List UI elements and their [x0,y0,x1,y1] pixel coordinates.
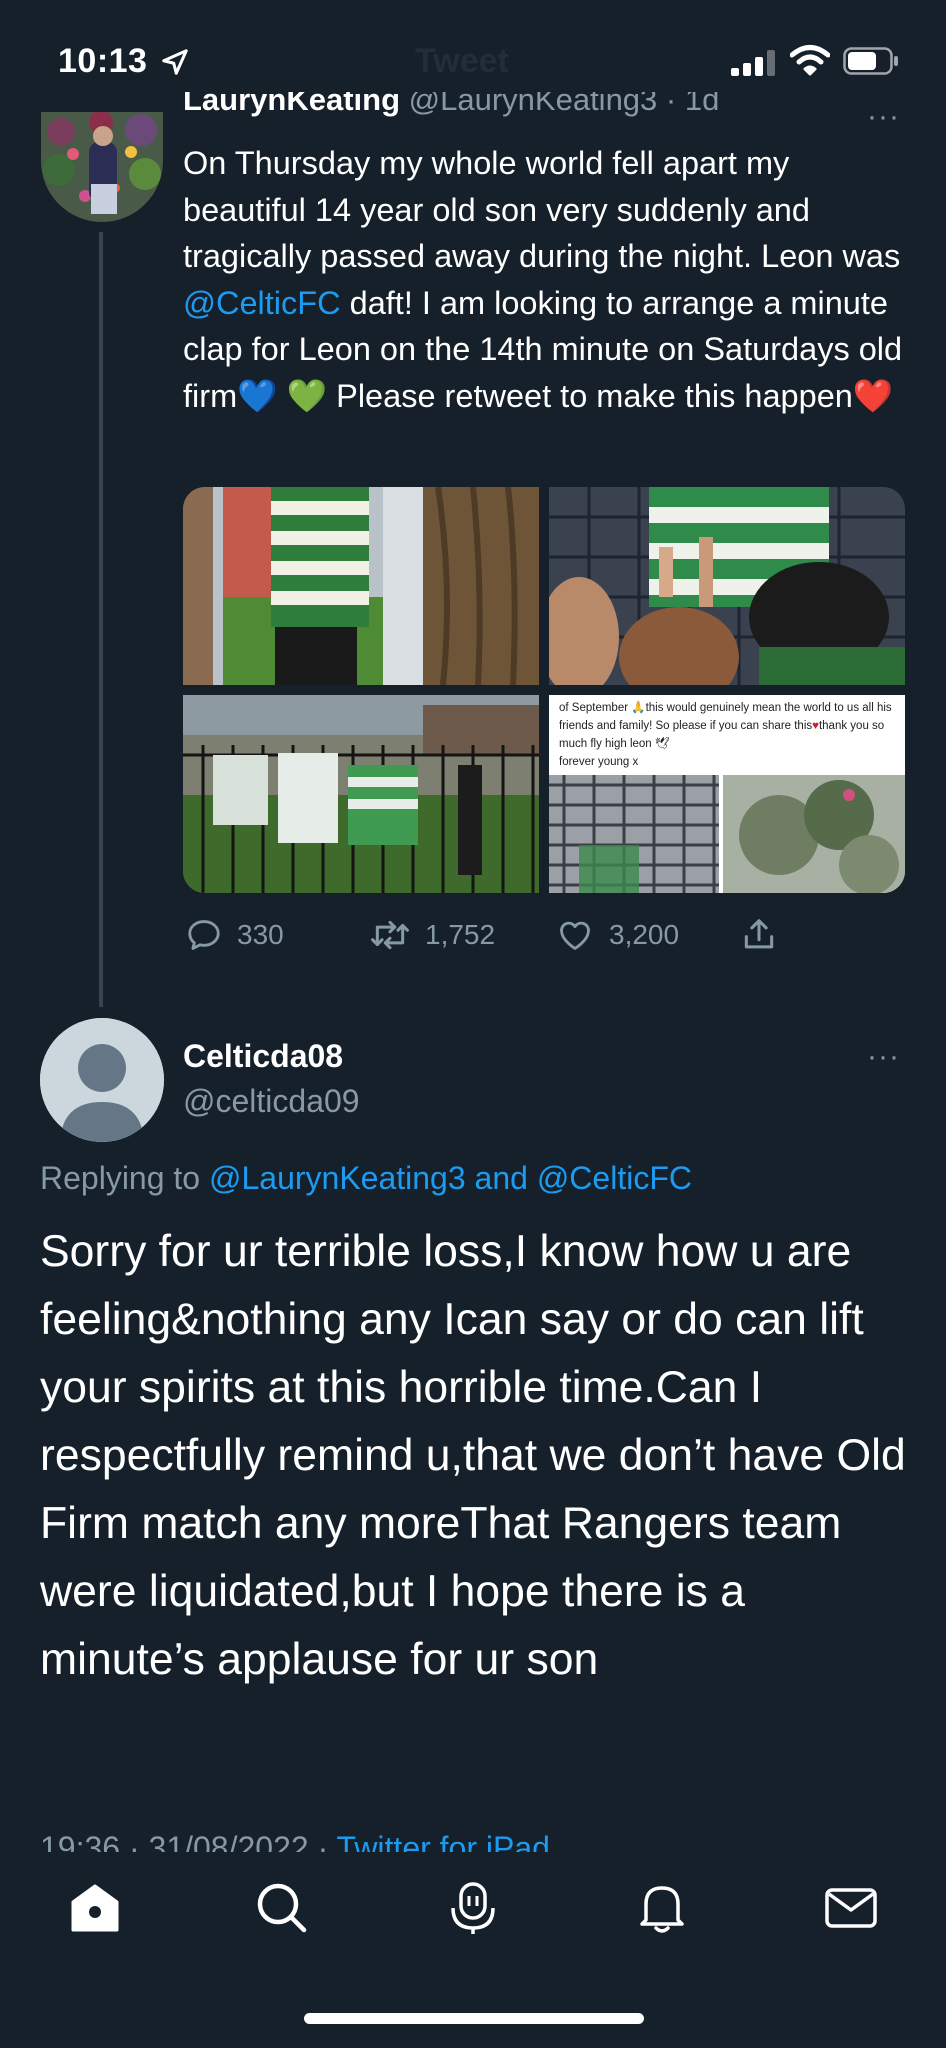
heart-icon [560,921,590,950]
tweet-text-part: On Thursday my whole world fell apart my… [183,145,901,274]
like-button[interactable]: 3,200 [555,916,679,954]
media-image-3[interactable] [183,695,539,893]
media-caption: of September 🙏this would genuinely mean … [559,699,899,771]
reply-button[interactable]: 330 [185,916,284,954]
author-name[interactable]: LaurynKeating [183,92,400,117]
status-time: 10:13 [58,42,148,80]
praying-hands-emoji: 🙏 [631,702,646,714]
retweet-button[interactable]: 1,752 [369,916,495,954]
home-indicator[interactable] [304,2013,644,2024]
battery-icon [843,47,898,75]
retweet-icon [371,920,409,950]
tweet-text: Sorry for ur terrible loss,I know how u … [40,1227,906,1684]
author-name[interactable]: Celticda08 [183,1038,343,1075]
tweet-text-part: Please retweet to make this happen [327,377,853,414]
media-image-4[interactable]: of September 🙏this would genuinely mean … [549,695,905,893]
replying-label: Replying to [40,1160,209,1196]
green-heart-emoji: 💚 [286,377,328,414]
tweet-meta: 19:36 · 31/08/2022 · Twitter for iPad [40,1818,840,1854]
share-icon [744,919,774,949]
avatar[interactable] [40,1018,164,1142]
tweet-source-link[interactable]: Twitter for iPad [337,1830,550,1854]
like-count: 3,200 [609,919,680,950]
reply-count: 330 [237,919,284,950]
notifications-icon[interactable] [632,1878,692,1938]
caption-part: of September [559,702,632,714]
more-options-icon[interactable]: ··· [867,1040,900,1074]
wifi-icon [790,45,830,76]
author-handle: @LaurynKeating3 · 1d [408,92,720,117]
caption-part: forever young x [559,756,639,768]
media-image-2[interactable] [539,487,905,707]
thread-line [99,232,103,1007]
replying-to: Replying to @LaurynKeating3 and @CelticF… [40,1160,692,1197]
more-options-icon[interactable]: ··· [867,100,900,134]
tweet-actions: 330 1,752 3,200 [183,916,923,956]
blue-heart-emoji: 💙 [237,377,278,414]
author-handle: @celticda09 [183,1083,360,1119]
replying-to-link[interactable]: @LaurynKeating3 and @CelticFC [209,1160,692,1196]
search-icon[interactable] [252,1878,312,1938]
avatar[interactable] [41,112,163,222]
home-icon[interactable] [65,1878,125,1938]
location-arrow-icon [162,49,188,75]
mention-link[interactable]: @CelticFC [183,285,341,321]
red-heart-emoji: ❤️ [852,377,894,414]
messages-icon[interactable] [821,1878,881,1938]
header-title: Tweet [415,42,509,80]
media-image-1[interactable] [183,487,539,686]
tweet-timestamp: 19:36 · 31/08/2022 · [40,1830,337,1854]
retweet-count: 1,752 [425,919,496,950]
dove-emoji: 🕊 [654,738,670,750]
heart-emoji: ♥ [812,720,819,732]
share-button[interactable] [740,916,792,954]
tweet-header: LaurynKeating @LaurynKeating3 · 1d [183,92,883,128]
reply-icon [188,920,220,950]
spaces-icon[interactable] [443,1878,503,1938]
media-grid[interactable]: of September 🙏this would genuinely mean … [183,487,905,893]
cellular-signal-icon [731,50,775,76]
tweet-text: On Thursday my whole world fell apart my… [183,140,903,419]
